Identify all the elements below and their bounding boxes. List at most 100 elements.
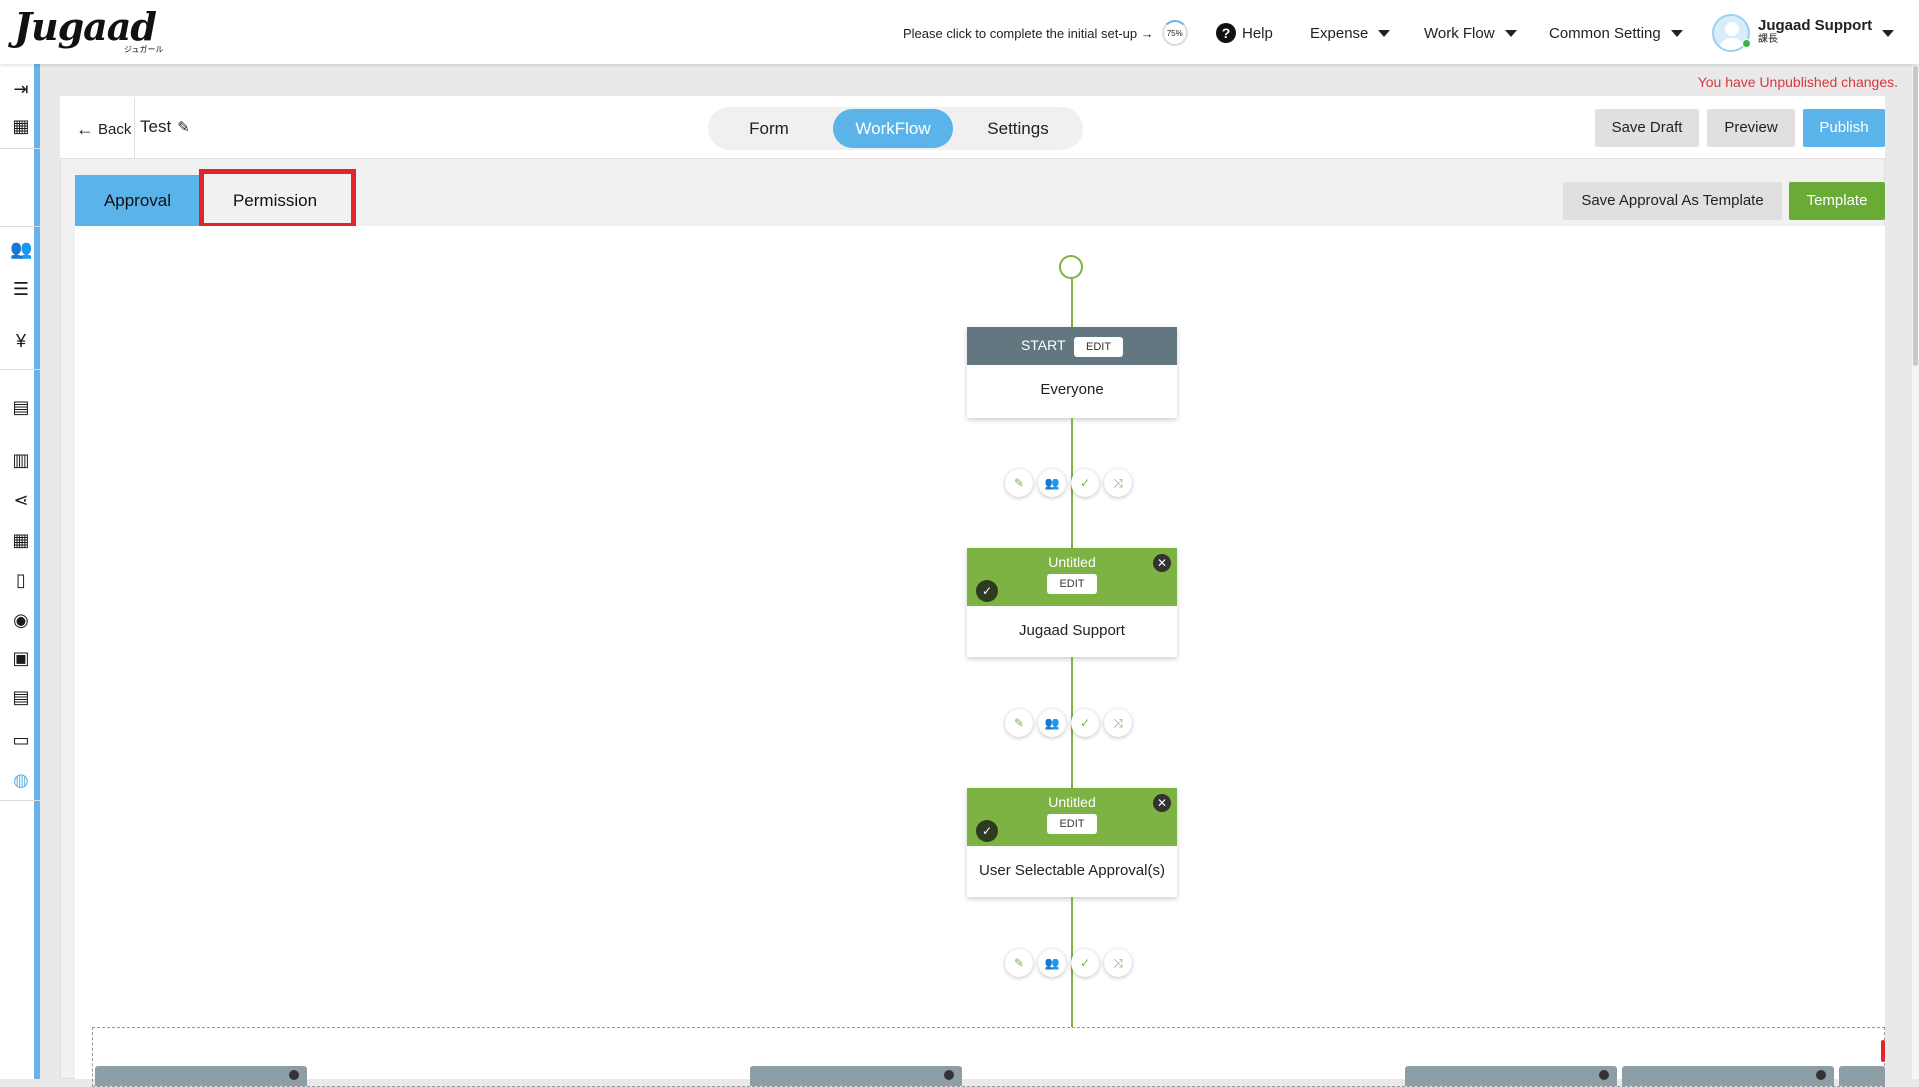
tab-settings[interactable]: Settings [958,109,1078,148]
approval-node-1-edit-button[interactable]: EDIT [1047,574,1097,594]
sidebar-divider [0,369,40,370]
nav-common-setting[interactable]: Common Setting [1549,20,1683,46]
help-icon: ? [1216,23,1236,43]
user-menu[interactable]: Jugaad Support 課長 [1712,13,1895,53]
sidebar-divider [0,226,40,227]
flow-connector [1071,279,1073,327]
pencil-icon[interactable]: ✎ [1005,709,1033,737]
unpublished-warning: You have Unpublished changes. [1697,74,1898,90]
help-label: Help [1242,24,1273,42]
start-node-body: Everyone [1040,381,1104,398]
preview-button[interactable]: Preview [1707,109,1795,147]
branch-icon[interactable]: ⤨ [1104,949,1132,977]
ai-chat-icon[interactable]: ◉ [10,609,32,631]
approval-node-2-header: Untitled EDIT ✕ ✓ [967,788,1177,846]
document-icon[interactable]: ▤ [10,396,32,418]
approval-node-1-header: Untitled EDIT ✕ ✓ [967,548,1177,606]
approval-node-2-edit-button[interactable]: EDIT [1047,814,1097,834]
approval-node-2-body: User Selectable Approval(s) [979,862,1165,879]
library-icon[interactable]: ▤ [10,686,32,708]
pencil-icon[interactable]: ✎ [177,118,190,136]
manual-icon[interactable]: ▭ [10,729,32,751]
step-actions: ✎ 👥 ✓ ⤨ [1005,469,1132,497]
list-icon[interactable]: ☰ [10,278,32,300]
start-edit-button[interactable]: EDIT [1074,337,1124,357]
nav-expense[interactable]: Expense [1310,20,1391,46]
approval-node-2-title: Untitled [1048,794,1096,810]
check-icon[interactable]: ✓ [1071,949,1099,977]
template-button[interactable]: Template [1789,182,1885,220]
save-approval-template-button[interactable]: Save Approval As Template [1563,182,1782,220]
pencil-icon[interactable]: ✎ [1005,469,1033,497]
step-actions: ✎ 👥 ✓ ⤨ [1005,709,1132,737]
branch-node-stub[interactable] [750,1066,962,1086]
setup-text: Please click to complete the initial set… [903,25,1154,41]
receipt-icon[interactable]: ▥ [10,449,32,471]
step-actions: ✎ 👥 ✓ ⤨ [1005,949,1132,977]
save-draft-button[interactable]: Save Draft [1595,109,1699,147]
tab-approval[interactable]: Approval [75,175,200,226]
close-icon[interactable]: ✕ [1153,554,1171,572]
share-icon[interactable]: ⋖ [10,489,32,511]
user-name: Jugaad Support [1758,17,1873,34]
approval-node-2[interactable]: Untitled EDIT ✕ ✓ User Selectable Approv… [967,788,1177,897]
nav-common-setting-label: Common Setting [1549,24,1661,42]
sidebar-divider [0,148,40,149]
branch-icon[interactable]: ⤨ [1104,709,1132,737]
tab-form[interactable]: Form [710,109,828,148]
add-user-icon[interactable]: 👥 [1038,469,1066,497]
editor-mode-switch: Form WorkFlow Settings [708,107,1083,150]
logo-text: Jugaad [14,4,157,49]
start-label: START [1020,337,1066,353]
back-button[interactable]: ← Back [76,119,131,140]
sidebar-divider [0,800,40,801]
branch-node-stub[interactable] [1622,1066,1834,1086]
branch-node-stub[interactable] [95,1066,307,1086]
nav-work-flow[interactable]: Work Flow [1424,20,1517,46]
check-icon[interactable]: ✓ [1071,709,1099,737]
branch-icon[interactable]: ⤨ [1104,469,1132,497]
tab-workflow[interactable]: WorkFlow [833,109,953,148]
globe-icon[interactable]: ◍ [10,769,32,791]
app-logo[interactable]: Jugaad ジュガール [14,4,166,55]
user-role: 課長 [1758,34,1778,45]
form-title[interactable]: Test ✎ [140,117,190,137]
arrow-left-icon: ← [76,119,94,139]
setup-progress-badge: 75% [1161,20,1188,46]
chevron-down-icon [1504,29,1517,37]
start-node[interactable]: START EDIT Everyone [967,327,1177,418]
menu-collapse-icon[interactable]: ⇥ [10,78,32,100]
add-user-icon[interactable]: 👥 [1038,709,1066,737]
check-icon: ✓ [976,820,998,842]
branch-indicator [1881,1040,1885,1062]
branch-node-stub[interactable] [1405,1066,1617,1086]
sidebar: ⇥ ▦ 👥 ☰ ¥ ▤ ▥ ⋖ ▦ ▯ ◉ ▣ ▤ ▭ ◍ [0,64,40,1079]
header-divider [134,98,135,158]
branch-node-stub[interactable] [1839,1066,1885,1086]
users-icon[interactable]: 👥 [10,238,32,260]
publish-button[interactable]: Publish [1803,109,1885,147]
grid-icon[interactable]: ▦ [10,529,32,551]
add-user-icon[interactable]: 👥 [1038,949,1066,977]
back-label: Back [98,121,132,138]
check-icon: ✓ [976,580,998,602]
chevron-down-icon [1882,29,1895,37]
permission-tab-highlight [199,169,356,228]
close-icon[interactable]: ✕ [1153,794,1171,812]
pencil-icon[interactable]: ✎ [1005,949,1033,977]
yen-icon[interactable]: ¥ [10,330,32,352]
chevron-down-icon [1378,29,1391,37]
approval-node-1[interactable]: Untitled EDIT ✕ ✓ Jugaad Support [967,548,1177,657]
invoice-icon[interactable]: ▣ [10,647,32,669]
nav-work-flow-label: Work Flow [1424,24,1495,42]
book-icon[interactable]: ▯ [10,569,32,591]
form-title-text: Test [140,117,172,136]
nav-expense-label: Expense [1310,24,1369,42]
check-icon[interactable]: ✓ [1071,469,1099,497]
initial-setup-link[interactable]: Please click to complete the initial set… [903,20,1188,46]
scrollbar-thumb[interactable] [1913,66,1918,366]
help-link[interactable]: ? Help [1216,20,1273,46]
building-icon[interactable]: ▦ [10,115,32,137]
top-bar: Jugaad ジュガール Please click to complete th… [0,0,1919,64]
approval-node-1-body: Jugaad Support [1019,622,1125,639]
